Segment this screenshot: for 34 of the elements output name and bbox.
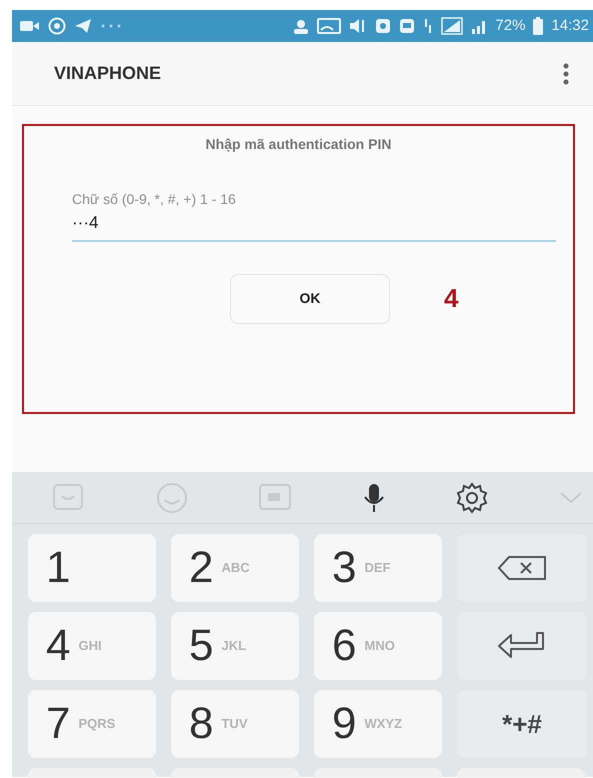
symbols-key[interactable]: *+#	[457, 690, 587, 758]
person-icon	[293, 18, 310, 34]
dialog-title: Nhập mã authentication PIN	[204, 135, 392, 154]
enter-key[interactable]	[457, 612, 587, 680]
overflow-menu-icon[interactable]	[563, 62, 569, 84]
signal-bars-icon	[471, 18, 488, 34]
more-icon	[100, 23, 122, 29]
key[interactable]	[28, 768, 156, 778]
key[interactable]	[171, 768, 299, 778]
step-number: 4	[444, 282, 458, 315]
microphone-icon[interactable]	[362, 482, 385, 512]
enter-icon	[497, 631, 547, 661]
field-label: Chữ số (0-9, *, #, +) 1 - 16	[72, 190, 237, 209]
pin-input-field[interactable]: ···4	[72, 210, 556, 242]
send-icon	[74, 18, 92, 34]
key[interactable]: 1	[28, 534, 156, 602]
chevron-down-icon[interactable]	[558, 490, 583, 504]
emoji-icon[interactable]	[156, 482, 188, 514]
key[interactable]	[314, 768, 442, 778]
clock: 14:32	[551, 16, 589, 36]
battery-icon	[533, 17, 544, 35]
video-icon	[20, 19, 40, 33]
signal-icon	[441, 17, 464, 35]
ok-button[interactable]: OK	[230, 274, 390, 324]
target-icon	[48, 17, 66, 35]
cast-icon	[317, 18, 342, 34]
sticker-icon[interactable]	[52, 482, 86, 512]
message-icon	[399, 18, 416, 34]
key[interactable]	[457, 768, 585, 778]
backspace-icon	[497, 555, 547, 581]
settings-icon[interactable]	[454, 480, 489, 514]
app-title: VINAPHONE	[54, 62, 162, 85]
backspace-key[interactable]	[457, 534, 587, 602]
battery-percent: 72%	[495, 16, 526, 36]
